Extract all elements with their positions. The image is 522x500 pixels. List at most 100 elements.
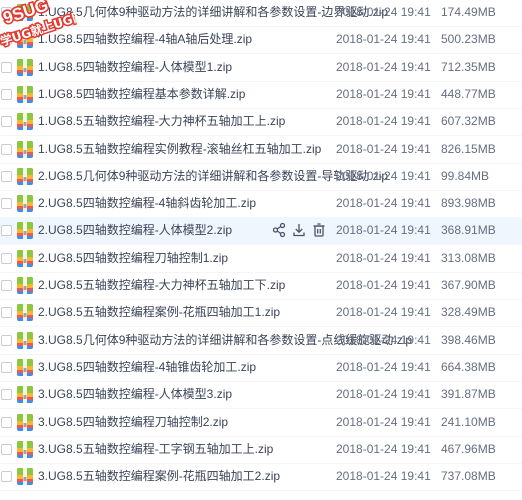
row-checkbox[interactable] (1, 307, 12, 319)
file-row[interactable]: 3.UG8.5五轴数控编程案例-花瓶四轴加工2.zip 2018-01-24 19… (0, 463, 522, 492)
row-checkbox[interactable] (1, 116, 12, 128)
download-button[interactable] (292, 222, 306, 238)
file-row[interactable]: 3.UG8.5四轴数控编程刀轴控制2.zip 2018-01-24 19:41 24… (0, 409, 522, 437)
row-checkbox[interactable] (1, 225, 12, 237)
file-size: 99.84MB (441, 168, 490, 183)
file-date: 2018-01-24 19:41 (336, 86, 431, 101)
row-checkbox[interactable] (1, 416, 12, 428)
file-name[interactable]: 3.UG8.5四轴数控编程-人体模型3.zip (38, 387, 232, 401)
file-name[interactable]: 1.UG8.5四轴数控编程-人体模型1.zip (38, 60, 232, 74)
zip-file-icon (17, 468, 33, 486)
file-name[interactable]: 3.UG8.5四轴数控编程-4轴锥齿轮加工.zip (38, 360, 256, 374)
file-size: 328.49MB (441, 305, 496, 320)
row-checkbox[interactable] (1, 471, 12, 483)
row-checkbox[interactable] (1, 280, 12, 291)
zip-file-icon (17, 85, 33, 103)
row-checkbox[interactable] (1, 34, 12, 46)
file-date: 2018-01-24 19:41 (336, 332, 431, 347)
zip-file-icon (17, 358, 33, 376)
file-size: 241.10MB (441, 414, 496, 429)
file-row[interactable]: 2.UG8.5四轴数控编程刀轴控制1.zip 2018-01-24 19:41 31… (0, 245, 522, 273)
row-checkbox[interactable] (1, 7, 12, 18)
file-size: 467.96MB (441, 441, 496, 456)
file-row[interactable]: 2.UG8.5四轴数控编程-4轴斜齿轮加工.zip 2018-01-24 19:4… (0, 190, 522, 219)
file-size: 398.46MB (441, 332, 496, 347)
row-checkbox[interactable] (1, 170, 12, 182)
file-name[interactable]: 1.UG8.5四轴数控编程-4轴A轴后处理.zip (38, 32, 252, 46)
file-name[interactable]: 1.UG8.5五轴数控编程-大力神杯五轴加工上.zip (38, 114, 285, 128)
file-date: 2018-01-24 19:41 (336, 5, 431, 19)
row-checkbox[interactable] (1, 334, 12, 346)
file-row[interactable]: 1.UG8.5四轴数控编程-4轴A轴后处理.zip 2018-01-24 19:4… (0, 26, 522, 55)
file-size: 826.15MB (441, 141, 496, 156)
file-name[interactable]: 1.UG8.5四轴数控编程基本参数详解.zip (38, 87, 245, 101)
zip-file-icon (17, 195, 33, 213)
zip-file-icon (17, 113, 33, 131)
file-row[interactable]: 1.UG8.5五轴数控编程-大力神杯五轴加工上.zip 2018-01-24 19… (0, 108, 522, 137)
file-date: 2018-01-24 19:41 (336, 168, 431, 183)
file-name[interactable]: 2.UG8.5四轴数控编程刀轴控制1.zip (38, 251, 228, 265)
file-date: 2018-01-24 19:41 (336, 59, 431, 74)
row-checkbox[interactable] (1, 198, 12, 210)
zip-file-icon (17, 304, 33, 322)
zip-file-icon (17, 31, 33, 49)
file-row[interactable]: 3.UG8.5几何体9种驱动方法的详细讲解和各参数设置-点线缓旋驱动.zip 20… (0, 327, 522, 355)
file-row[interactable]: 2.UG8.5四轴数控编程-人体模型2.zip 2018-01-24 19:41 3… (0, 217, 522, 246)
file-row[interactable]: 2.UG8.5几何体9种驱动方法的详细讲解和各参数设置-导轨驱动.zip 2018… (0, 163, 522, 191)
zip-file-icon (17, 4, 33, 21)
zip-file-icon (17, 331, 33, 349)
zip-file-icon (17, 222, 33, 240)
zip-file-icon (17, 58, 33, 76)
file-row[interactable]: 3.UG8.5五轴数控编程-工字钢五轴加工上.zip 2018-01-24 19:… (0, 436, 522, 464)
delete-button[interactable] (312, 222, 326, 238)
file-date: 2018-01-24 19:41 (336, 414, 431, 429)
file-row[interactable]: 2.UG8.5五轴数控编程案例-花瓶四轴加工1.zip 2018-01-24 19… (0, 299, 522, 328)
file-size: 368.91MB (441, 223, 496, 238)
file-size: 664.38MB (441, 359, 496, 374)
file-date: 2018-01-24 19:41 (336, 469, 431, 484)
file-size: 448.77MB (441, 86, 496, 101)
file-name[interactable]: 2.UG8.5四轴数控编程-4轴斜齿轮加工.zip (38, 196, 256, 210)
file-name[interactable]: 3.UG8.5五轴数控编程案例-花瓶四轴加工2.zip (38, 469, 280, 483)
zip-file-icon (17, 249, 33, 267)
file-name[interactable]: 3.UG8.5五轴数控编程-工字钢五轴加工上.zip (38, 442, 273, 456)
row-checkbox[interactable] (1, 443, 12, 455)
file-row[interactable]: 1.UG8.5五轴数控编程实例教程-滚轴丝杠五轴加工.zip 2018-01-24… (0, 136, 522, 164)
file-row[interactable]: 3.UG8.5四轴数控编程-4轴锥齿轮加工.zip 2018-01-24 19:4… (0, 354, 522, 382)
file-row[interactable]: 2.UG8.5五轴数控编程-大力神杯五轴加工下.zip 2018-01-24 19… (0, 272, 522, 300)
row-checkbox[interactable] (1, 61, 12, 73)
file-name[interactable]: 1.UG8.5五轴数控编程实例教程-滚轴丝杠五轴加工.zip (38, 142, 321, 156)
download-icon (292, 224, 306, 241)
zip-file-icon (17, 167, 33, 185)
file-name[interactable]: 2.UG8.5五轴数控编程-大力神杯五轴加工下.zip (38, 278, 285, 292)
file-row[interactable]: 1.UG8.5四轴数控编程基本参数详解.zip 2018-01-24 19:41 4… (0, 81, 522, 109)
file-row[interactable]: 3.UG8.5四轴数控编程-人体模型3.zip 2018-01-24 19:41 3… (0, 381, 522, 410)
zip-file-icon (17, 386, 33, 404)
file-name[interactable]: 2.UG8.5五轴数控编程案例-花瓶四轴加工1.zip (38, 305, 280, 319)
row-checkbox[interactable] (1, 361, 12, 373)
file-size: 500.23MB (441, 32, 496, 47)
file-date: 2018-01-24 19:41 (336, 223, 431, 238)
file-size: 893.98MB (441, 196, 496, 211)
zip-file-icon (17, 140, 33, 158)
file-date: 2018-01-24 19:41 (336, 32, 431, 47)
file-name[interactable]: 2.UG8.5四轴数控编程-人体模型2.zip (38, 223, 232, 237)
row-checkbox[interactable] (1, 88, 12, 100)
row-checkbox[interactable] (1, 389, 12, 401)
file-list: 1.UG8.5几何体9种驱动方法的详细讲解和各参数设置-边界驱动.zip 2018… (0, 0, 522, 500)
file-size: 737.08MB (441, 469, 496, 484)
zip-file-icon (17, 277, 33, 294)
file-date: 2018-01-24 19:41 (336, 114, 431, 129)
file-date: 2018-01-24 19:41 (336, 305, 431, 320)
share-button[interactable] (272, 222, 286, 238)
file-date: 2018-01-24 19:41 (336, 278, 431, 292)
file-row[interactable]: 1.UG8.5几何体9种驱动方法的详细讲解和各参数设置-边界驱动.zip 2018… (0, 0, 522, 27)
file-size: 607.32MB (441, 114, 496, 129)
row-checkbox[interactable] (1, 143, 12, 155)
file-name[interactable]: 3.UG8.5四轴数控编程刀轴控制2.zip (38, 415, 228, 429)
file-size: 174.49MB (441, 5, 496, 19)
file-size: 367.90MB (441, 278, 496, 292)
file-date: 2018-01-24 19:41 (336, 441, 431, 456)
file-row[interactable]: 1.UG8.5四轴数控编程-人体模型1.zip 2018-01-24 19:41 7… (0, 54, 522, 82)
row-checkbox[interactable] (1, 252, 12, 264)
